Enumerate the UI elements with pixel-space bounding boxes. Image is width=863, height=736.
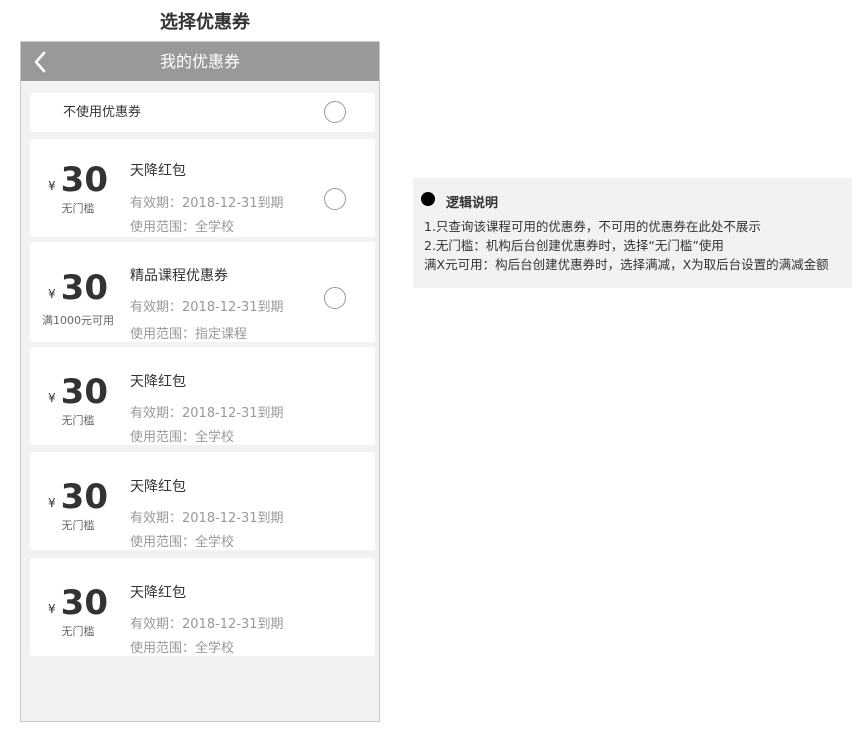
coupon-amount: 30 <box>60 477 108 517</box>
coupon-title: 天降红包 <box>130 163 186 179</box>
coupon-card[interactable]: ¥30 无门槛 天降红包 有效期：2018-12-31到期 使用范围：全学校 <box>30 558 375 656</box>
coupon-validity: 有效期：2018-12-31到期 <box>130 406 284 421</box>
coupon-radio[interactable] <box>324 188 346 210</box>
no-coupon-label: 不使用优惠券 <box>63 105 142 120</box>
coupon-condition: 无门槛 <box>61 625 95 638</box>
coupon-condition: 无门槛 <box>61 414 95 427</box>
bullet-dot-icon <box>421 192 435 206</box>
coupon-card[interactable]: ¥30 无门槛 天降红包 有效期：2018-12-31到期 使用范围：全学校 <box>30 139 375 237</box>
logic-note-title: 逻辑说明 <box>446 196 499 211</box>
coupon-scope: 使用范围：全学校 <box>130 220 235 235</box>
coupon-amount-block: ¥30 无门槛 <box>30 478 126 533</box>
page-title: 选择优惠券 <box>160 12 250 33</box>
currency-symbol: ¥ <box>48 496 56 510</box>
currency-symbol: ¥ <box>48 391 56 405</box>
coupon-title: 精品课程优惠券 <box>130 268 228 284</box>
coupon-scope: 使用范围：全学校 <box>130 535 235 550</box>
currency-symbol: ¥ <box>48 602 56 616</box>
coupon-condition: 无门槛 <box>61 202 95 215</box>
coupon-amount-block: ¥30 无门槛 <box>30 161 126 216</box>
coupon-title: 天降红包 <box>130 374 186 390</box>
coupon-title: 天降红包 <box>130 479 186 495</box>
coupon-amount-block: ¥30 满1000元可用 <box>30 269 126 328</box>
phone-frame: 我的优惠券 不使用优惠券 ¥30 无门槛 天降红包 有效期：2018-12-31… <box>20 41 380 722</box>
currency-symbol: ¥ <box>48 287 56 301</box>
coupon-amount: 30 <box>60 160 108 200</box>
no-coupon-radio[interactable] <box>324 101 346 123</box>
no-coupon-option[interactable]: 不使用优惠券 <box>30 93 375 132</box>
currency-symbol: ¥ <box>48 179 56 193</box>
navbar: 我的优惠券 <box>21 42 379 81</box>
coupon-amount-block: ¥30 无门槛 <box>30 584 126 639</box>
coupon-condition: 满1000元可用 <box>42 314 114 327</box>
coupon-amount-block: ¥30 无门槛 <box>30 373 126 428</box>
coupon-radio[interactable] <box>324 287 346 309</box>
coupon-card[interactable]: ¥30 无门槛 天降红包 有效期：2018-12-31到期 使用范围：全学校 <box>30 347 375 445</box>
coupon-scope: 使用范围：指定课程 <box>130 327 248 342</box>
coupon-card[interactable]: ¥30 满1000元可用 精品课程优惠券 有效期：2018-12-31到期 使用… <box>30 242 375 342</box>
logic-note-line: 2.无门槛：机构后台创建优惠券时，选择“无门槛”使用 <box>424 238 724 253</box>
coupon-amount: 30 <box>60 372 108 412</box>
coupon-title: 天降红包 <box>130 585 186 601</box>
logic-note-line: 满X元可用：构后台创建优惠券时，选择满减，X为取后台设置的满减金额 <box>424 257 829 272</box>
coupon-validity: 有效期：2018-12-31到期 <box>130 196 284 211</box>
nav-title: 我的优惠券 <box>159 52 240 71</box>
coupon-amount: 30 <box>60 583 108 623</box>
coupon-validity: 有效期：2018-12-31到期 <box>130 511 284 526</box>
coupon-condition: 无门槛 <box>61 519 95 532</box>
logic-note-line: 1.只查询该课程可用的优惠券，不可用的优惠券在此处不展示 <box>424 219 761 234</box>
coupon-amount: 30 <box>60 268 108 308</box>
logic-note-panel: 逻辑说明 1.只查询该课程可用的优惠券，不可用的优惠券在此处不展示 2.无门槛：… <box>413 178 852 288</box>
coupon-validity: 有效期：2018-12-31到期 <box>130 617 284 632</box>
coupon-validity: 有效期：2018-12-31到期 <box>130 300 284 315</box>
coupon-card[interactable]: ¥30 无门槛 天降红包 有效期：2018-12-31到期 使用范围：全学校 <box>30 452 375 550</box>
coupon-scope: 使用范围：全学校 <box>130 641 235 656</box>
coupon-scope: 使用范围：全学校 <box>130 430 235 445</box>
